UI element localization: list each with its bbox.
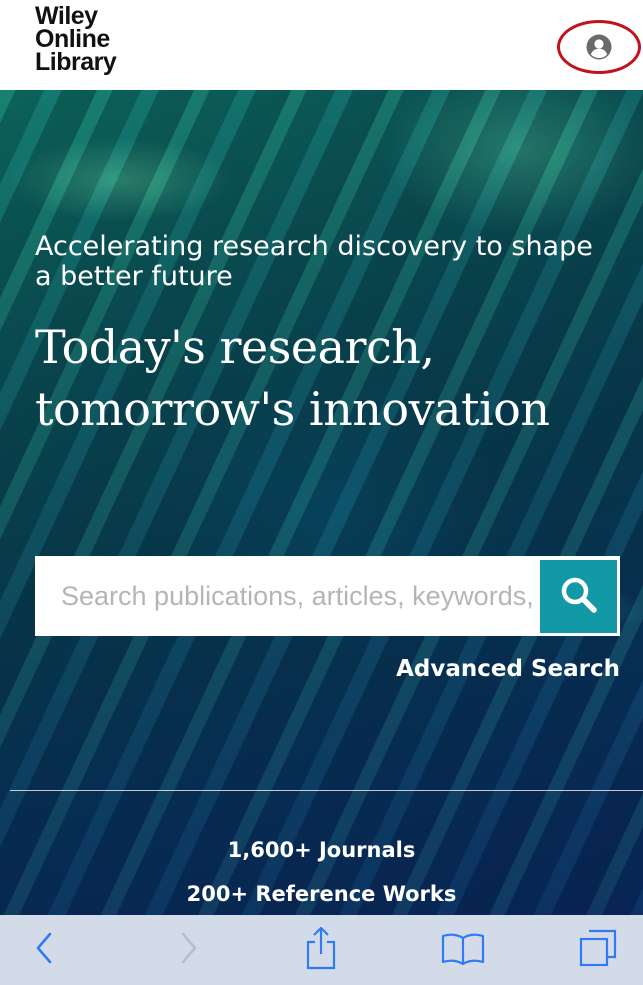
share-button[interactable]	[281, 915, 361, 985]
book-icon	[440, 930, 486, 971]
hero-headline: Today's research, tomorrow's innovation	[35, 320, 550, 436]
share-icon	[303, 925, 339, 976]
stat-journals: 1,600+ Journals	[227, 838, 416, 862]
search-bar	[35, 556, 620, 636]
chevron-right-icon	[176, 931, 200, 970]
logo-line-3: Library	[35, 48, 117, 76]
search-input[interactable]	[35, 556, 540, 636]
hero-banner: Accelerating research discovery to shape…	[0, 90, 643, 915]
divider	[10, 790, 643, 791]
tabs-icon	[577, 927, 619, 974]
forward-button[interactable]	[148, 915, 228, 985]
hero-background-shade	[0, 90, 643, 915]
search-icon	[559, 575, 599, 618]
search-button[interactable]	[540, 559, 617, 633]
stat-reference-works: 200+ Reference Works	[186, 882, 457, 906]
tabs-button[interactable]	[558, 915, 638, 985]
back-button[interactable]	[5, 915, 85, 985]
hero-tagline: Accelerating research discovery to shape…	[35, 231, 593, 292]
site-header: Wiley Online Library	[0, 0, 643, 90]
bookmarks-button[interactable]	[423, 915, 503, 985]
wiley-online-library-logo[interactable]: Wiley Online Library	[35, 4, 117, 76]
browser-toolbar	[0, 915, 643, 985]
user-circle-icon	[586, 34, 612, 60]
advanced-search-link[interactable]: Advanced Search	[396, 656, 620, 682]
chevron-left-icon	[33, 931, 57, 970]
account-button[interactable]	[557, 20, 641, 74]
